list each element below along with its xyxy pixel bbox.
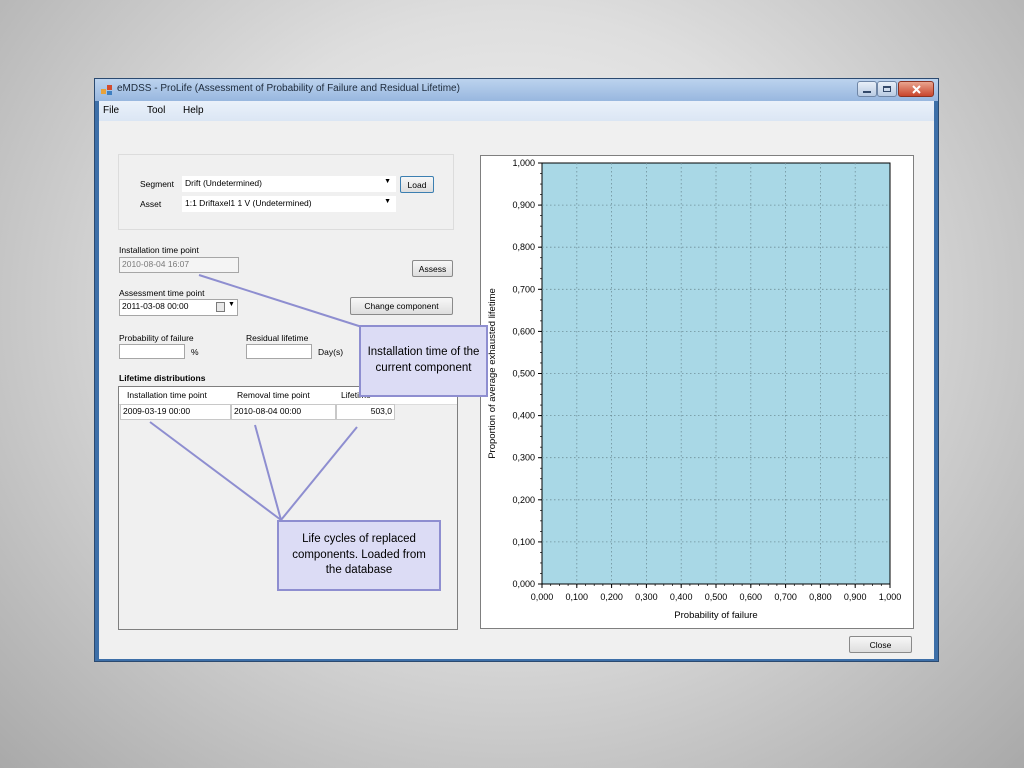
leader-line [280,426,358,521]
installation-callout: Installation time of the current compone… [359,325,488,397]
callout-leaders [149,274,363,521]
lifecycles-callout: Life cycles of replaced components. Load… [277,520,441,591]
leader-line [254,424,282,521]
leader-line [149,421,282,521]
leader-line [198,274,363,328]
